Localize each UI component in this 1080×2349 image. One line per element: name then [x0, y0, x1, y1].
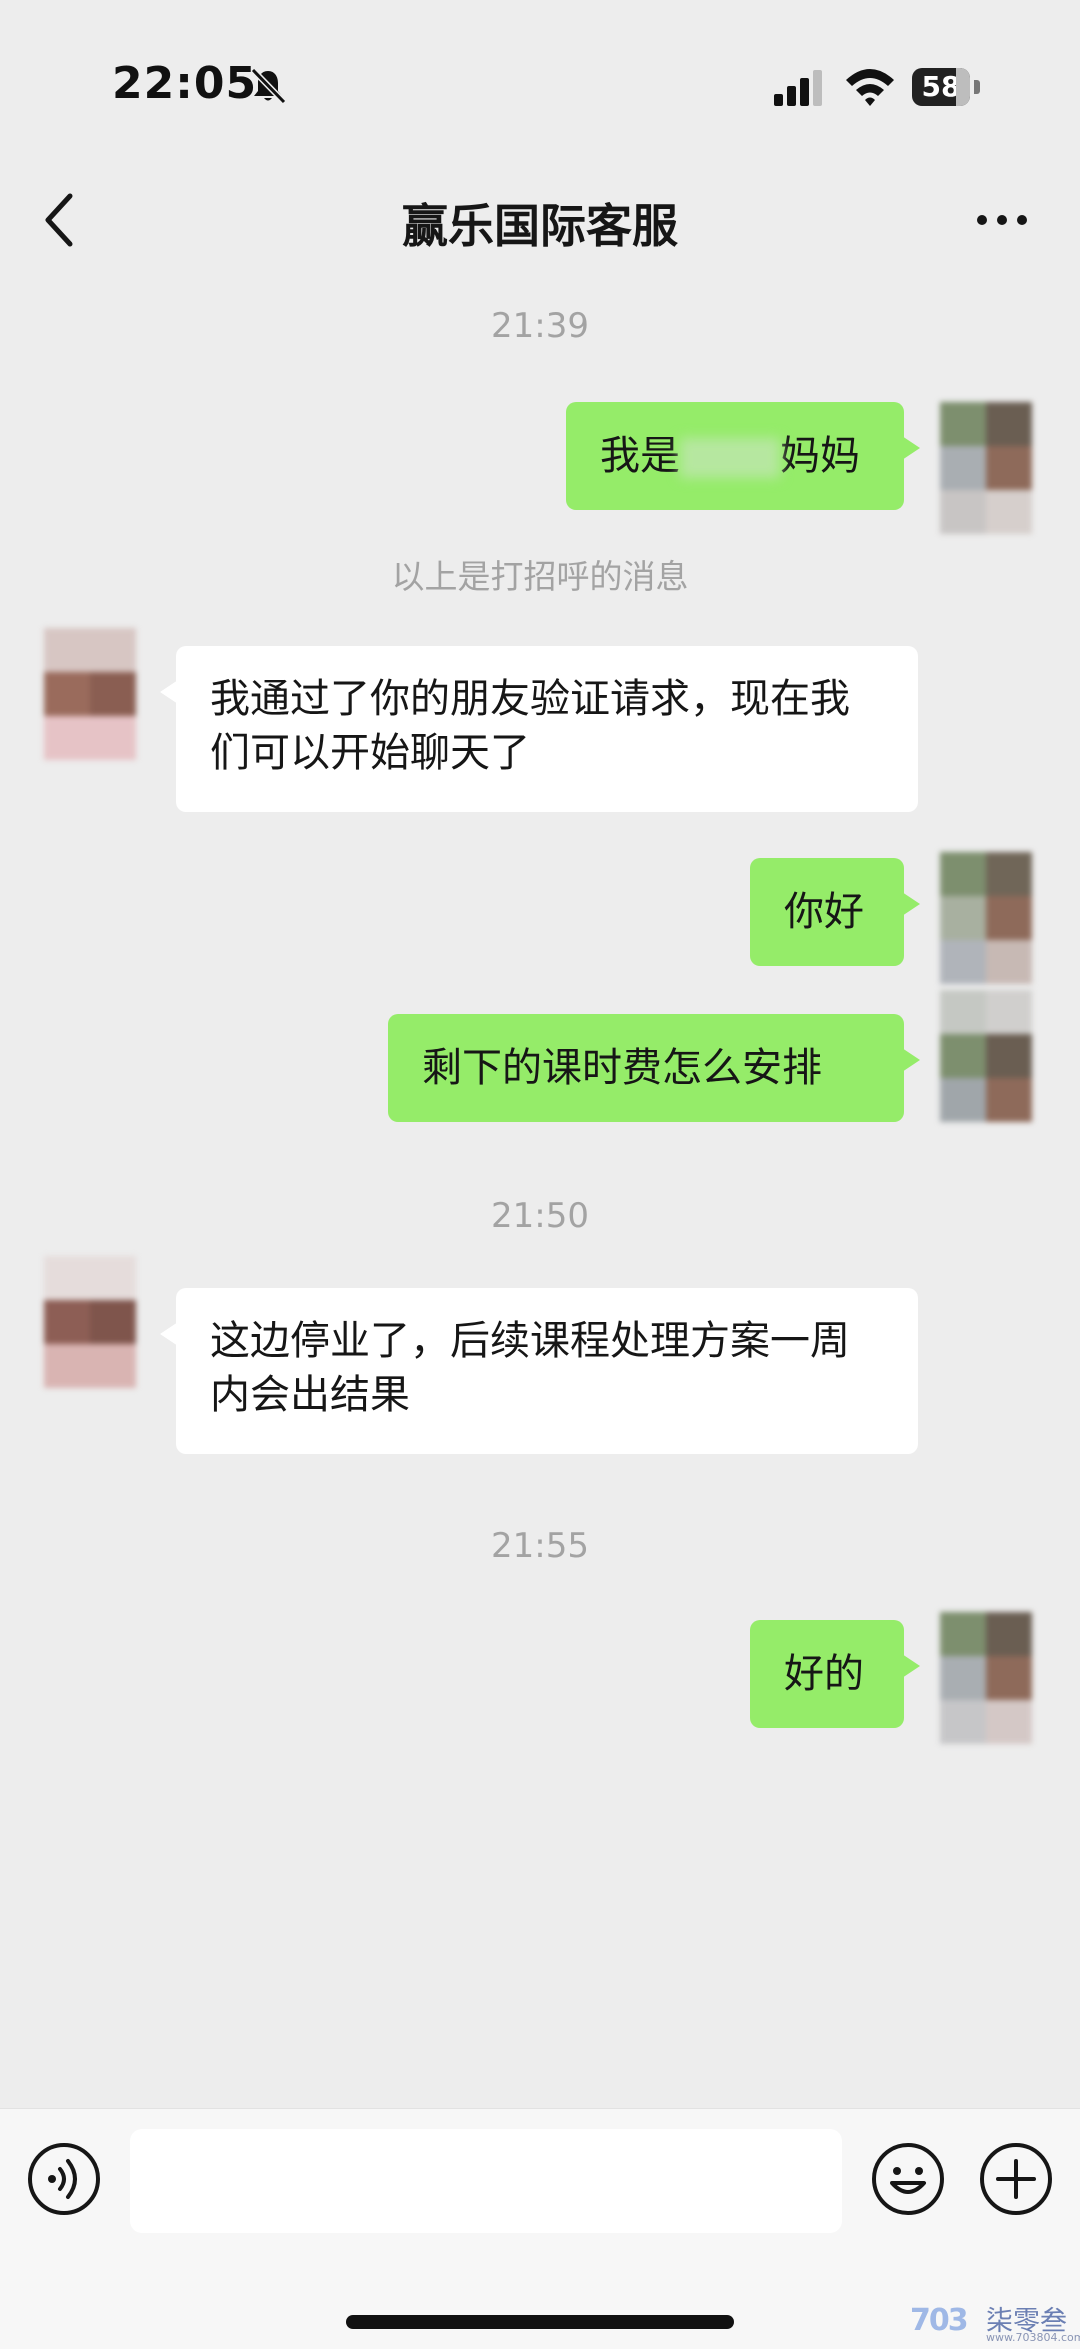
home-indicator	[346, 2315, 734, 2329]
contact-avatar[interactable]	[44, 1256, 136, 1388]
status-bar: 22:05 58	[0, 0, 1080, 170]
watermark-url: www.703804.com	[986, 2331, 1080, 2344]
redacted-name	[680, 438, 780, 478]
chat-title: 赢乐国际客服	[402, 199, 678, 253]
message-bubble-me[interactable]: 剩下的课时费怎么安排	[388, 1014, 920, 1122]
message-bubble-me[interactable]: 好的	[750, 1620, 920, 1728]
battery-level: 58	[912, 68, 970, 106]
my-avatar[interactable]	[940, 1612, 1032, 1744]
timestamp: 21:55	[491, 1526, 589, 1566]
timestamp: 21:50	[491, 1196, 589, 1236]
my-avatar[interactable]	[940, 852, 1032, 984]
timestamp: 21:39	[491, 306, 589, 346]
bell-muted-icon	[250, 67, 287, 105]
message-bubble-me[interactable]: 我是 妈妈	[566, 402, 920, 510]
wifi-icon	[846, 69, 894, 106]
my-avatar[interactable]	[940, 402, 1032, 534]
status-time: 22:05	[112, 58, 258, 109]
watermark-logo: 703 柒零叁 www.703804.com	[910, 2299, 1080, 2345]
signal-icon	[774, 70, 822, 106]
message-bubble-them[interactable]: 这边停业了，后续课程处理方案一周内会出结果	[160, 1288, 918, 1454]
input-bar: 703 柒零叁 www.703804.com	[0, 2108, 1080, 2349]
contact-avatar[interactable]	[44, 628, 136, 760]
battery-icon: 58	[912, 68, 984, 106]
watermark-mark: 703	[910, 2303, 969, 2338]
more-dots-icon[interactable]	[972, 200, 1032, 240]
chat-header: 赢乐国际客服	[0, 170, 1080, 274]
message-input[interactable]	[130, 2129, 842, 2233]
system-notice: 以上是打招呼的消息	[391, 557, 689, 596]
message-bubble-them[interactable]: 我通过了你的朋友验证请求，现在我们可以开始聊天了	[160, 646, 918, 812]
voice-icon[interactable]	[26, 2141, 102, 2217]
my-avatar[interactable]	[940, 990, 1032, 1122]
plus-icon[interactable]	[978, 2141, 1054, 2217]
emoji-icon[interactable]	[870, 2141, 946, 2217]
message-bubble-me[interactable]: 你好	[750, 858, 920, 966]
